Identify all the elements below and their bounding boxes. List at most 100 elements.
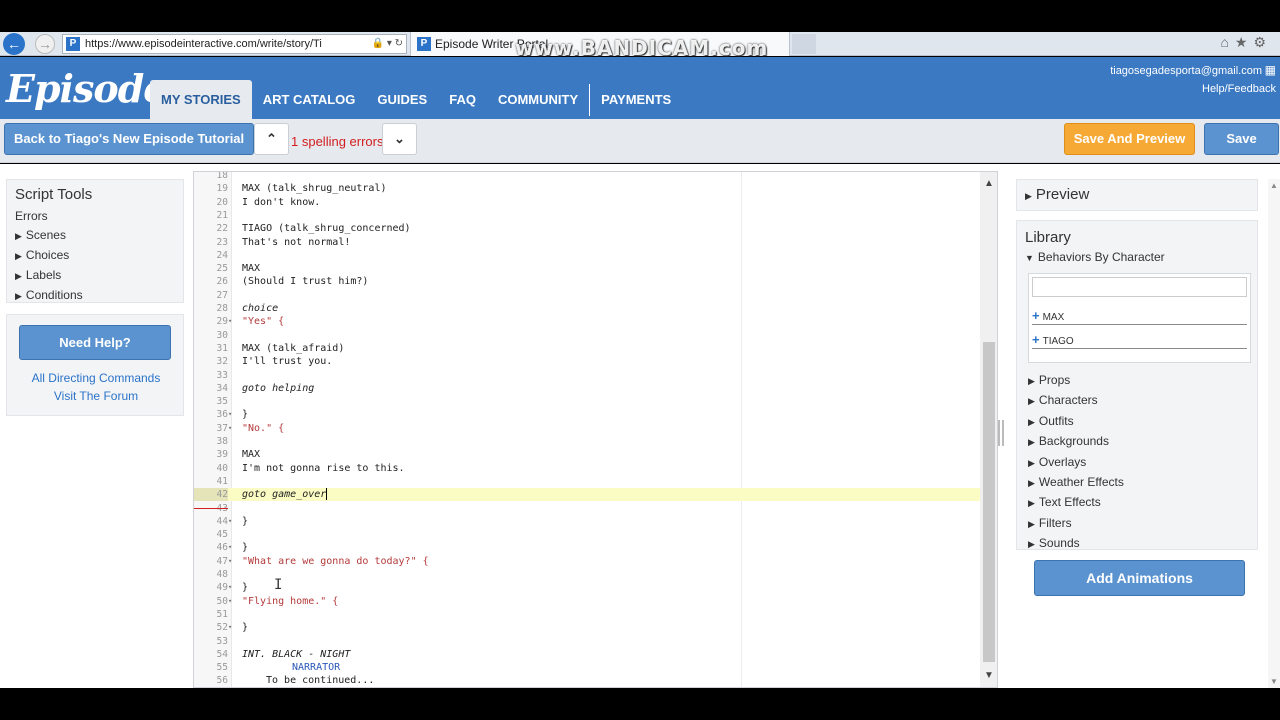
editor-line[interactable]: 36 ▾} [194,408,980,421]
errors-item[interactable]: Errors [15,207,175,226]
fold-arrow-icon[interactable]: ▾ [228,595,236,608]
editor-line[interactable]: 28 choice [194,302,980,315]
editor-line[interactable]: 35 [194,395,980,408]
editor-line[interactable]: 51 [194,608,980,621]
library-item-backgrounds[interactable]: ▶ Backgrounds [1028,432,1124,452]
need-help-button[interactable]: Need Help? [19,325,171,360]
library-item-outfits[interactable]: ▶ Outfits [1028,412,1124,432]
previous-error-button[interactable]: ⌃ [254,123,289,155]
library-item-weather-effects[interactable]: ▶ Weather Effects [1028,473,1124,493]
editor-line[interactable]: 43 [194,502,980,515]
editor-line[interactable]: 54 INT. BLACK - NIGHT [194,648,980,661]
editor-line[interactable]: 27 [194,289,980,302]
editor-line[interactable]: 48 [194,568,980,581]
editor-line[interactable]: 23 That's not normal! [194,236,980,249]
editor-line[interactable]: 44 ▾} [194,515,980,528]
user-dropdown-icon[interactable]: ▦ [1265,63,1276,77]
character-row-max[interactable]: + MAX [1032,307,1247,325]
library-item-sounds[interactable]: ▶ Sounds [1028,534,1124,554]
editor-line[interactable]: 24 [194,249,980,262]
nav-guides[interactable]: GUIDES [366,80,438,119]
spelling-errors-count[interactable]: 1 spelling errors [291,134,384,149]
editor-line[interactable]: 39 MAX [194,448,980,461]
editor-line[interactable]: 31 MAX (talk_afraid) [194,342,980,355]
editor-line[interactable]: 19 MAX (talk_shrug_neutral) [194,182,980,195]
tools-item-choices[interactable]: ▶ Choices [15,246,175,266]
editor-line[interactable]: 42 goto game_over [194,488,980,502]
editor-line[interactable]: 25 MAX [194,262,980,275]
script-editor[interactable]: 18 19 MAX (talk_shrug_neutral) 20 I don't kn… [193,171,998,688]
library-item-props[interactable]: ▶ Props [1028,371,1124,391]
editor-line[interactable]: 56 To be continued... [194,674,980,687]
add-animations-button[interactable]: Add Animations [1034,560,1245,596]
fold-arrow-icon[interactable]: ▾ [228,621,236,634]
editor-line[interactable]: 32 I'll trust you. [194,355,980,368]
editor-line[interactable]: 49 ▾} [194,581,980,594]
visit-forum-link[interactable]: Visit The Forum [7,387,185,405]
editor-line[interactable]: 22 TIAGO (talk_shrug_concerned) [194,222,980,235]
editor-line[interactable]: 41 [194,475,980,488]
character-row-tiago[interactable]: + TIAGO [1032,331,1247,349]
save-and-preview-button[interactable]: Save And Preview [1064,123,1195,155]
back-arrow-icon[interactable]: ← [3,33,25,55]
tools-item-labels[interactable]: ▶ Labels [15,266,175,286]
nav-art-catalog[interactable]: ART CATALOG [252,80,367,119]
library-item-filters[interactable]: ▶ Filters [1028,514,1124,534]
editor-line[interactable]: 20 I don't know. [194,196,980,209]
user-email[interactable]: tiagosegadesporta@gmail.com [1110,65,1262,77]
editor-line[interactable]: 45 [194,528,980,541]
nav-payments[interactable]: PAYMENTS [590,80,682,119]
scroll-up-icon[interactable]: ▲ [1268,181,1280,190]
next-error-button[interactable]: ⌄ [382,123,417,155]
panel-resize-handle[interactable] [998,420,1004,446]
address-bar[interactable]: P https://www.episodeinteractive.com/wri… [62,34,407,54]
all-directing-commands-link[interactable]: All Directing Commands [7,369,185,387]
editor-line[interactable]: 53 [194,635,980,648]
scrollbar-thumb[interactable] [983,342,995,662]
help-feedback-link[interactable]: Help/Feedback [1202,83,1276,95]
scroll-up-icon[interactable]: ▲ [980,178,997,189]
fold-arrow-icon[interactable]: ▾ [228,541,236,554]
behaviors-by-character[interactable]: ▼ Behaviors By Character [1025,250,1249,264]
editor-line[interactable]: 29 ▾ "Yes" { [194,315,980,328]
editor-line[interactable]: 47 ▾ "What are we gonna do today?" { [194,555,980,568]
editor-line[interactable]: 46 ▾} [194,541,980,554]
fold-arrow-icon[interactable]: ▾ [228,515,236,528]
editor-line[interactable]: 33 [194,369,980,382]
character-search-input[interactable] [1032,277,1247,297]
back-to-story-button[interactable]: Back to Tiago's New Episode Tutorial [4,123,255,155]
editor-line[interactable]: 18 [194,172,980,182]
editor-line[interactable]: 40 I'm not gonna rise to this. [194,462,980,475]
editor-line[interactable]: 26 (Should I trust him?) [194,275,980,288]
editor-line[interactable]: 37 ▾ "No." { [194,422,980,435]
scroll-down-icon[interactable]: ▼ [1268,677,1280,686]
fold-arrow-icon[interactable]: ▾ [228,581,236,594]
episode-logo[interactable]: Episode [6,66,167,111]
editor-line[interactable]: 34 goto helping [194,382,980,395]
library-item-overlays[interactable]: ▶ Overlays [1028,453,1124,473]
nav-community[interactable]: COMMUNITY [487,80,589,119]
library-item-text-effects[interactable]: ▶ Text Effects [1028,493,1124,513]
editor-line[interactable]: 50 ▾ "Flying home." { [194,595,980,608]
fold-arrow-icon[interactable]: ▾ [228,422,236,435]
editor-scrollbar[interactable]: ▲ ▼ [980,172,997,687]
editor-line[interactable]: 21 [194,209,980,222]
editor-line[interactable]: 52 ▾} [194,621,980,634]
editor-line[interactable]: 38 [194,435,980,448]
tools-item-scenes[interactable]: ▶ Scenes [15,226,175,246]
fold-arrow-icon[interactable]: ▾ [228,315,236,328]
lock-refresh-icons[interactable]: 🔒 ▾ ↻ [372,35,403,53]
nav-my-stories[interactable]: MY STORIES [150,80,252,119]
browser-tools-icons[interactable]: ⌂★⚙ [1220,34,1272,51]
page-scrollbar[interactable]: ▲ ▼ [1268,179,1280,688]
library-item-characters[interactable]: ▶ Characters [1028,391,1124,411]
save-button[interactable]: Save [1204,123,1279,155]
fold-arrow-icon[interactable]: ▾ [228,555,236,568]
new-tab-button[interactable] [792,34,816,54]
editor-line[interactable]: 30 [194,329,980,342]
tools-item-conditions[interactable]: ▶ Conditions [15,286,175,306]
preview-panel[interactable]: ▶ Preview [1016,179,1258,211]
scroll-down-icon[interactable]: ▼ [980,670,997,681]
editor-line[interactable]: 55 NARRATOR [194,661,980,674]
nav-faq[interactable]: FAQ [438,80,487,119]
